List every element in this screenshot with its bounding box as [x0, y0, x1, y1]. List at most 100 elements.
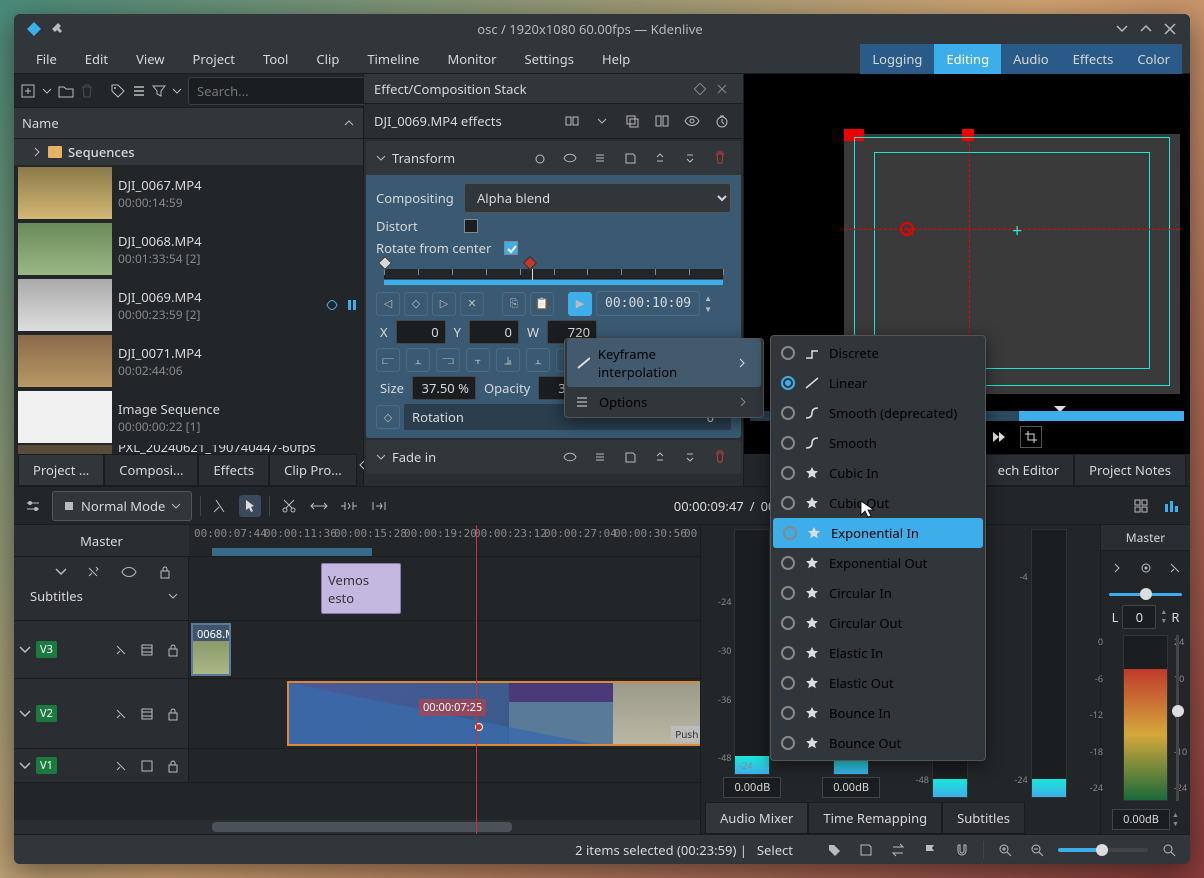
bin-item[interactable]: DJI_0067.MP400:00:14:59: [14, 165, 363, 221]
interp-option-linear[interactable]: Linear: [771, 368, 985, 398]
bin-item[interactable]: DJI_0069.MP400:00:23:59 [2]: [14, 277, 363, 333]
paste-keyframe-button[interactable]: 📋: [530, 292, 554, 316]
move-up-icon[interactable]: [649, 147, 671, 169]
chevron-down-icon[interactable]: [18, 709, 32, 719]
add-clip-icon[interactable]: [20, 80, 36, 102]
interp-option-bounce-out[interactable]: Bounce Out: [771, 728, 985, 758]
subtitle-clip[interactable]: Vemos esto: [321, 563, 401, 614]
transform-effect-header[interactable]: Transform: [366, 141, 741, 175]
layout-audio[interactable]: Audio: [1001, 44, 1061, 74]
x-input[interactable]: [396, 320, 446, 344]
split-icon[interactable]: [561, 110, 583, 132]
bin-item[interactable]: Image Sequence00:00:00:22 [1]: [14, 389, 363, 445]
rotation-keyframe-icon[interactable]: ◇: [376, 405, 400, 429]
tag-icon[interactable]: [110, 80, 126, 102]
menu-help[interactable]: Help: [588, 46, 644, 72]
interp-option-discrete[interactable]: Discrete: [771, 338, 985, 368]
menu-timeline[interactable]: Timeline: [353, 46, 433, 72]
timeline-ruler[interactable]: Master 00:00:07:44 00:00:11:36 00:00:15:…: [14, 525, 700, 557]
size-input[interactable]: [412, 376, 476, 400]
select-tool-icon[interactable]: [239, 495, 261, 517]
sliders-icon[interactable]: [589, 446, 611, 468]
lock-icon[interactable]: [162, 703, 184, 725]
menu-monitor[interactable]: Monitor: [433, 46, 510, 72]
pin-icon[interactable]: [46, 17, 70, 41]
prev-keyframe-button[interactable]: ◁: [376, 292, 400, 316]
copy-icon[interactable]: [621, 110, 643, 132]
menu-file[interactable]: File: [22, 46, 71, 72]
master-db-input[interactable]: [1112, 809, 1170, 830]
float-icon[interactable]: [689, 78, 711, 100]
forward-button[interactable]: [988, 426, 1010, 448]
interp-option-exponential-out[interactable]: Exponential Out: [771, 548, 985, 578]
add-keyframe-button[interactable]: ◇: [404, 292, 428, 316]
delete-icon[interactable]: [709, 446, 731, 468]
timeline-scrollbar[interactable]: [14, 820, 700, 834]
trash-icon[interactable]: [80, 80, 94, 102]
rotate-center-checkbox[interactable]: [504, 241, 518, 255]
monitor-icon[interactable]: [1136, 557, 1155, 579]
align-vcenter-icon[interactable]: ⫡: [496, 348, 520, 372]
align-top-icon[interactable]: ⫟: [466, 348, 490, 372]
eye-icon[interactable]: [681, 110, 703, 132]
align-hcenter-icon[interactable]: ⫠: [406, 348, 430, 372]
flag-icon[interactable]: [919, 839, 941, 861]
tag-icon[interactable]: [823, 839, 845, 861]
timeline-position[interactable]: 00:00:09:47: [674, 497, 744, 515]
zoom-slider[interactable]: [1058, 848, 1148, 852]
film-icon[interactable]: [136, 639, 158, 661]
menu-settings[interactable]: Settings: [510, 46, 587, 72]
layout-editing[interactable]: Editing: [934, 44, 1001, 74]
menu-tool[interactable]: Tool: [249, 46, 302, 72]
chevron-down-icon[interactable]: [18, 761, 32, 771]
timecode-stepper[interactable]: ▲▼: [704, 293, 712, 315]
fx-icon[interactable]: [82, 561, 104, 583]
tab-subtitles[interactable]: Subtitles: [942, 802, 1025, 834]
interp-option-cubic-in[interactable]: Cubic In: [771, 458, 985, 488]
fadein-effect-header[interactable]: Fade in: [366, 440, 741, 474]
chevron-down-icon[interactable]: [18, 645, 32, 655]
cut-icon[interactable]: [278, 495, 300, 517]
settings-icon[interactable]: [22, 495, 44, 517]
search-input[interactable]: [188, 77, 391, 105]
interp-option-circular-in[interactable]: Circular In: [771, 578, 985, 608]
align-bottom-icon[interactable]: ⫠: [526, 348, 550, 372]
spacer-icon[interactable]: [308, 495, 330, 517]
bin-item[interactable]: DJI_0071.MP400:02:44:06: [14, 333, 363, 389]
keyframe-marker[interactable]: [378, 256, 392, 270]
grid-icon[interactable]: [1130, 495, 1152, 517]
bin-column-header[interactable]: Name: [14, 108, 363, 139]
tab-effects[interactable]: Effects: [198, 454, 269, 486]
move-down-icon[interactable]: [679, 446, 701, 468]
interp-option-bounce-in[interactable]: Bounce In: [771, 698, 985, 728]
list-icon[interactable]: [132, 80, 146, 102]
chevron-down-icon[interactable]: [168, 591, 178, 601]
interp-option-circular-out[interactable]: Circular Out: [771, 608, 985, 638]
db-input[interactable]: [822, 777, 880, 798]
interp-option-smooth-deprecated-[interactable]: Smooth (deprecated): [771, 398, 985, 428]
video-clip[interactable]: DJI_0069.MP4 00:00:07:25 Push Dow: [287, 681, 700, 746]
zoom-in-icon[interactable]: [994, 839, 1016, 861]
eye-icon[interactable]: [559, 446, 581, 468]
chevron-down-icon[interactable]: [172, 80, 182, 102]
chevron-down-icon[interactable]: [54, 567, 68, 577]
interp-option-exponential-in[interactable]: Exponential In: [773, 518, 983, 548]
menu-project[interactable]: Project: [179, 46, 249, 72]
razor-tool-icon[interactable]: [209, 495, 231, 517]
timer-icon[interactable]: [529, 147, 551, 169]
save-icon[interactable]: [619, 147, 641, 169]
eye-icon[interactable]: [118, 561, 140, 583]
filter-icon[interactable]: [152, 80, 166, 102]
layout-logging[interactable]: Logging: [860, 44, 934, 74]
delete-icon[interactable]: [709, 147, 731, 169]
minimize-button[interactable]: [1110, 17, 1134, 41]
y-input[interactable]: [469, 320, 519, 344]
fx-icon[interactable]: [110, 755, 132, 777]
tab-project-notes[interactable]: Project Notes: [1074, 454, 1186, 486]
chevron-down-icon[interactable]: [591, 110, 613, 132]
film-icon[interactable]: [136, 755, 158, 777]
fx-icon[interactable]: [110, 639, 132, 661]
film-icon[interactable]: [136, 703, 158, 725]
chevron-right-icon[interactable]: [1107, 557, 1126, 579]
align-right-icon[interactable]: ⫎: [436, 348, 460, 372]
